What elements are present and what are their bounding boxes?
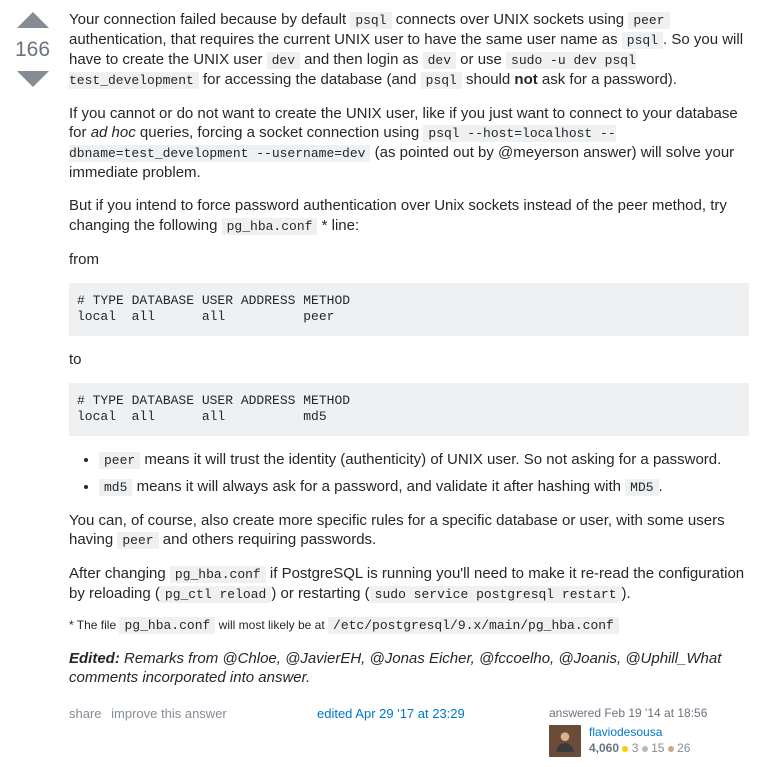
- code-inline: md5: [99, 479, 132, 496]
- gold-badge-icon: [622, 746, 628, 752]
- code-inline: psql: [421, 72, 462, 89]
- paragraph: If you cannot or do not want to create t…: [69, 104, 749, 183]
- upvote-icon[interactable]: [17, 12, 49, 28]
- vote-count: 166: [15, 36, 50, 63]
- paragraph: You can, of course, also create more spe…: [69, 511, 749, 550]
- footnote: * The file pg_hba.conf will most likely …: [69, 618, 749, 635]
- user-name-link[interactable]: flaviodesousa: [589, 725, 691, 741]
- label-from: from: [69, 250, 749, 270]
- paragraph: But if you intend to force password auth…: [69, 196, 749, 235]
- code-block: # TYPE DATABASE USER ADDRESS METHOD loca…: [69, 383, 749, 436]
- list-item: md5 means it will always ask for a passw…: [99, 477, 749, 497]
- post-actions: share improve this answer edited Apr 29 …: [69, 706, 749, 758]
- code-inline: psql: [350, 12, 391, 29]
- improve-link[interactable]: improve this answer: [111, 706, 227, 721]
- code-inline: peer: [117, 532, 158, 549]
- code-inline: dev: [423, 52, 456, 69]
- code-inline: pg_ctl reload: [160, 586, 271, 603]
- share-link[interactable]: share: [69, 706, 102, 721]
- user-stats: 4,060 3 15 26: [589, 741, 691, 757]
- reputation: 4,060: [589, 741, 619, 755]
- code-inline: psql: [622, 32, 663, 49]
- code-inline: MD5: [625, 479, 658, 496]
- code-inline: /etc/postgresql/9.x/main/pg_hba.conf: [328, 617, 619, 634]
- edited-remarks: Edited: Remarks from @Chloe, @JavierEH, …: [69, 649, 749, 688]
- code-inline: dev: [267, 52, 300, 69]
- action-links: share improve this answer: [69, 706, 233, 723]
- code-inline: sudo service postgresql restart: [370, 586, 622, 603]
- label-to: to: [69, 350, 749, 370]
- vote-column: 166: [10, 10, 55, 757]
- avatar[interactable]: [549, 725, 581, 757]
- answer-body: Your connection failed because by defaul…: [55, 10, 759, 757]
- code-inline: pg_hba.conf: [170, 566, 266, 583]
- code-inline: peer: [628, 12, 669, 29]
- paragraph: Your connection failed because by defaul…: [69, 10, 749, 90]
- code-inline: pg_hba.conf: [119, 617, 215, 634]
- avatar-icon: [552, 728, 578, 754]
- edited-info: edited Apr 29 '17 at 23:29: [317, 706, 465, 723]
- paragraph: After changing pg_hba.conf if PostgreSQL…: [69, 564, 749, 604]
- downvote-icon[interactable]: [17, 71, 49, 87]
- code-inline: peer: [99, 452, 140, 469]
- silver-badge-icon: [642, 746, 648, 752]
- code-inline: pg_hba.conf: [222, 218, 318, 235]
- user-card: answered Feb 19 '14 at 18:56 flaviodesou…: [549, 706, 749, 758]
- bullet-list: peer means it will trust the identity (a…: [69, 450, 749, 497]
- bronze-badge-icon: [668, 746, 674, 752]
- edited-link[interactable]: edited Apr 29 '17 at 23:29: [317, 706, 465, 721]
- code-block: # TYPE DATABASE USER ADDRESS METHOD loca…: [69, 283, 749, 336]
- answered-time: answered Feb 19 '14 at 18:56: [549, 706, 749, 722]
- list-item: peer means it will trust the identity (a…: [99, 450, 749, 470]
